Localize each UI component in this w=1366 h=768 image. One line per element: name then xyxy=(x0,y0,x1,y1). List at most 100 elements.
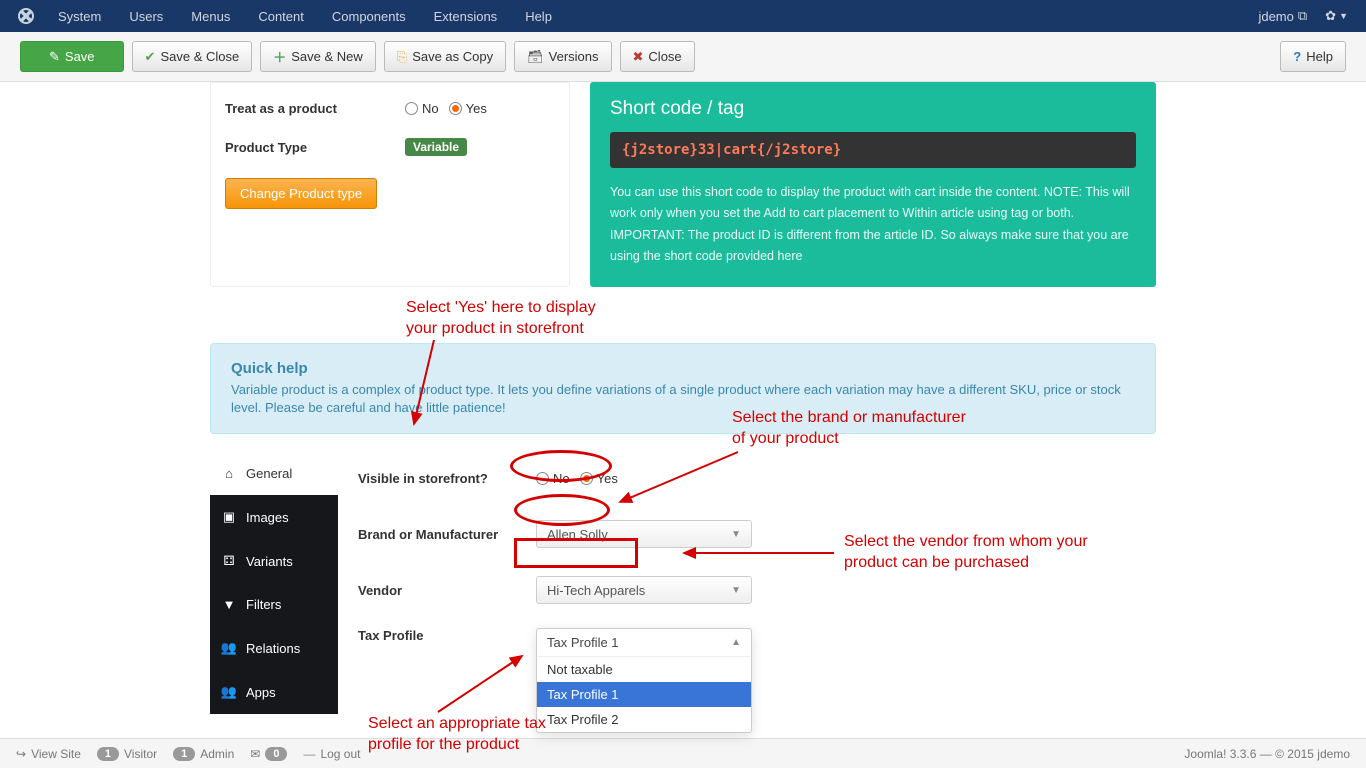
nav-extensions[interactable]: Extensions xyxy=(420,2,512,31)
tax-select-open[interactable]: Tax Profile 1 ▲ Not taxable Tax Profile … xyxy=(536,628,752,733)
nav-menus[interactable]: Menus xyxy=(177,2,244,31)
save-button[interactable]: ✎ Save xyxy=(20,41,124,72)
home-icon: ⌂ xyxy=(222,466,236,481)
vendor-select[interactable]: Hi-Tech Apparels ▼ xyxy=(536,576,752,604)
tab-images-label: Images xyxy=(246,510,289,525)
product-basic-panel: Treat as a product No Yes Product Type V… xyxy=(210,82,570,287)
visible-label: Visible in storefront? xyxy=(358,471,536,486)
shortcode-title: Short code / tag xyxy=(610,98,1136,120)
product-type-label: Product Type xyxy=(225,140,405,155)
treat-as-product-label: Treat as a product xyxy=(225,101,405,116)
save-copy-label: Save as Copy xyxy=(412,49,493,64)
save-close-label: Save & Close xyxy=(160,49,239,64)
user-label: jdemo xyxy=(1258,9,1293,24)
quick-help-body: Variable product is a complex of product… xyxy=(231,381,1135,417)
apps-icon: 👥 xyxy=(222,684,236,700)
tax-label: Tax Profile xyxy=(358,628,536,643)
shortcode-value: {j2store}33|cart{/j2store} xyxy=(610,132,1136,168)
archive-icon: 🗃 xyxy=(527,49,544,65)
tab-apps[interactable]: 👥 Apps xyxy=(210,670,338,714)
admin-count[interactable]: 1 Admin xyxy=(173,747,234,761)
brand-select-value: Allen Solly xyxy=(547,527,608,542)
close-label: Close xyxy=(648,49,681,64)
visitor-label: Visitor xyxy=(124,747,157,761)
save-copy-button[interactable]: ⎘ Save as Copy xyxy=(384,41,506,72)
status-footer: ↪ View Site 1 Visitor 1 Admin ✉ 0 — Log … xyxy=(0,738,1366,768)
treat-no-label: No xyxy=(422,101,439,116)
quick-help-box: Quick help Variable product is a complex… xyxy=(210,343,1156,434)
tax-option-2[interactable]: Tax Profile 2 xyxy=(537,707,751,732)
admin-badge: 1 xyxy=(173,747,195,761)
variants-icon: ⚃ xyxy=(222,553,236,569)
tab-filters[interactable]: ▼ Filters xyxy=(210,583,338,626)
tax-selected: Tax Profile 1 xyxy=(547,635,619,650)
footer-version: Joomla! 3.3.6 — © 2015 jdemo xyxy=(1184,747,1350,761)
msg-badge: 0 xyxy=(265,747,287,761)
tab-variants[interactable]: ⚃ Variants xyxy=(210,539,338,583)
nav-content[interactable]: Content xyxy=(244,2,318,31)
versions-button[interactable]: 🗃 Versions xyxy=(514,41,611,72)
quick-help-title: Quick help xyxy=(231,360,1135,377)
treat-no-radio[interactable] xyxy=(405,102,418,115)
tax-option-1[interactable]: Tax Profile 1 xyxy=(537,682,751,707)
save-icon: ✎ xyxy=(49,49,60,65)
tab-images[interactable]: ▣ Images xyxy=(210,495,338,539)
versions-label: Versions xyxy=(549,49,599,64)
mail-icon: ✉ xyxy=(250,747,260,761)
tab-general[interactable]: ⌂ General xyxy=(210,452,338,495)
visible-yes-radio[interactable] xyxy=(580,472,593,485)
shortcode-help: You can use this short code to display t… xyxy=(610,182,1136,267)
visible-yes-label: Yes xyxy=(597,471,618,486)
product-type-badge: Variable xyxy=(405,138,467,156)
save-label: Save xyxy=(65,49,95,64)
change-product-type-button[interactable]: Change Product type xyxy=(225,178,377,209)
brand-select[interactable]: Allen Solly ▼ xyxy=(536,520,752,548)
admin-label: Admin xyxy=(200,747,234,761)
logout-label: — xyxy=(303,747,315,761)
visible-no-radio[interactable] xyxy=(536,472,549,485)
product-tabs-sidebar: ⌂ General ▣ Images ⚃ Variants ▼ Filters … xyxy=(210,452,338,714)
help-icon: ? xyxy=(1293,49,1301,64)
vendor-label: Vendor xyxy=(358,583,536,598)
tab-apps-label: Apps xyxy=(246,685,276,700)
save-new-label: Save & New xyxy=(291,49,363,64)
tab-variants-label: Variants xyxy=(246,554,293,569)
nav-users[interactable]: Users xyxy=(115,2,177,31)
close-button[interactable]: ✖ Close xyxy=(620,41,695,72)
relations-icon: 👥 xyxy=(222,640,236,656)
save-close-button[interactable]: ✔ Save & Close xyxy=(132,41,253,72)
tax-option-not-taxable[interactable]: Not taxable xyxy=(537,657,751,682)
external-link-icon: ⧉ xyxy=(1298,8,1307,24)
brand-label: Brand or Manufacturer xyxy=(358,527,536,542)
view-site-label: View Site xyxy=(31,747,81,761)
help-label: Help xyxy=(1306,49,1333,64)
visitor-count[interactable]: 1 Visitor xyxy=(97,747,157,761)
product-general-form: Visible in storefront? No Yes Brand or M… xyxy=(338,452,1156,714)
nav-system[interactable]: System xyxy=(44,2,115,31)
top-navbar: System Users Menus Content Components Ex… xyxy=(0,0,1366,32)
action-toolbar: ✎ Save ✔ Save & Close ＋ Save & New ⎘ Sav… xyxy=(0,32,1366,82)
logout-link[interactable]: — Log out xyxy=(303,747,360,761)
tab-filters-label: Filters xyxy=(246,597,281,612)
visible-no-label: No xyxy=(553,471,570,486)
filter-icon: ▼ xyxy=(222,597,236,612)
chevron-down-icon: ▼ xyxy=(731,585,741,596)
joomla-logo-icon[interactable] xyxy=(16,6,36,26)
navbar-user[interactable]: jdemo ⧉ xyxy=(1250,2,1315,30)
view-site-link[interactable]: ↪ View Site xyxy=(16,747,81,761)
tab-relations[interactable]: 👥 Relations xyxy=(210,626,338,670)
navbar-settings[interactable]: ✿ ▼ xyxy=(1315,2,1358,30)
nav-components[interactable]: Components xyxy=(318,2,420,31)
chevron-down-icon: ▼ xyxy=(731,529,741,540)
treat-yes-label: Yes xyxy=(466,101,487,116)
save-new-button[interactable]: ＋ Save & New xyxy=(260,41,376,72)
external-link-icon: ↪ xyxy=(16,747,26,761)
plus-icon: ＋ xyxy=(273,47,286,66)
annotation-1: Select 'Yes' here to display your produc… xyxy=(406,298,596,340)
treat-yes-radio[interactable] xyxy=(449,102,462,115)
nav-help[interactable]: Help xyxy=(511,2,566,31)
navbar-menu: System Users Menus Content Components Ex… xyxy=(44,2,566,31)
tab-general-label: General xyxy=(246,466,292,481)
help-button[interactable]: ? Help xyxy=(1280,41,1346,72)
messages-count[interactable]: ✉ 0 xyxy=(250,747,287,761)
